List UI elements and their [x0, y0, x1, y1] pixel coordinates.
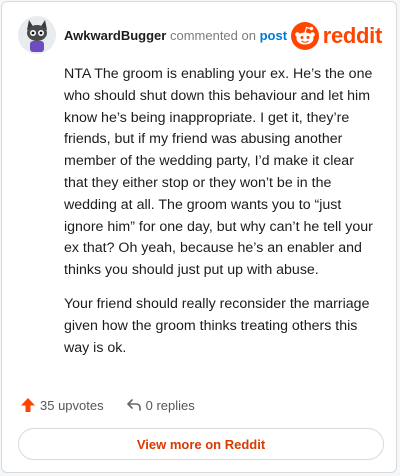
comment-paragraph: NTA The groom is enabling your ex. He’s … — [64, 66, 373, 279]
upvote-count: 35 upvotes — [40, 397, 104, 413]
reply-arrow-icon — [126, 399, 141, 411]
reddit-snoo-icon — [290, 22, 319, 50]
reply-button[interactable]: 0 replies — [126, 397, 195, 413]
reply-count: 0 replies — [145, 397, 195, 413]
reddit-embed-card: AwkwardBugger commented on post reddit N… — [1, 1, 397, 473]
upvote-arrow-icon — [21, 398, 35, 412]
comment-paragraph: Your friend should really reconsider the… — [64, 295, 370, 356]
author-name[interactable]: AwkwardBugger — [64, 28, 166, 43]
comment-actions: 35 upvotes 0 replies — [20, 395, 217, 415]
embed-header: AwkwardBugger commented on post reddit — [18, 16, 382, 56]
reddit-logo[interactable]: reddit — [290, 22, 383, 50]
view-more-button[interactable]: View more on Reddit — [18, 428, 384, 460]
brand-wordmark: reddit — [322, 23, 383, 48]
action-text: commented on — [169, 28, 256, 43]
comment-meta: AwkwardBugger commented on post — [64, 28, 287, 43]
avatar[interactable] — [18, 16, 56, 54]
upvote-button[interactable]: 35 upvotes — [20, 397, 104, 413]
comment-body: NTA The groom is enabling your ex. He’s … — [64, 64, 374, 371]
post-link[interactable]: post — [260, 28, 287, 43]
